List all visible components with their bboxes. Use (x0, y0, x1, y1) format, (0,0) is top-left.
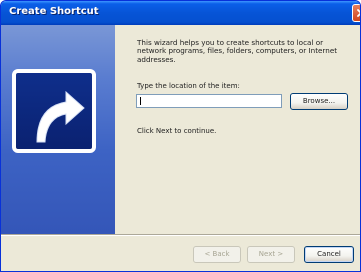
back-button[interactable]: < Back (193, 246, 241, 263)
title-bar[interactable]: Create Shortcut (1, 1, 360, 25)
cancel-button[interactable]: Cancel (304, 246, 354, 263)
intro-text: This wizard helps you to create shortcut… (137, 38, 338, 64)
close-icon (357, 9, 360, 17)
wizard-content: This wizard helps you to create shortcut… (115, 25, 360, 234)
browse-button[interactable]: Browse... (290, 93, 348, 110)
location-label: Type the location of the item: (137, 82, 240, 90)
shortcut-arrow-icon (12, 69, 96, 153)
close-button[interactable] (352, 4, 360, 22)
continue-hint: Click Next to continue. (137, 127, 217, 135)
next-button[interactable]: Next > (247, 246, 295, 263)
text-caret (140, 97, 141, 105)
create-shortcut-dialog: Create Shortcut This wizard helps you to… (0, 0, 361, 272)
window-title: Create Shortcut (9, 6, 99, 17)
wizard-sidebar (1, 25, 115, 234)
wizard-footer: < Back Next > Cancel (1, 234, 360, 271)
location-input[interactable] (136, 94, 282, 108)
footer-divider (1, 234, 360, 236)
